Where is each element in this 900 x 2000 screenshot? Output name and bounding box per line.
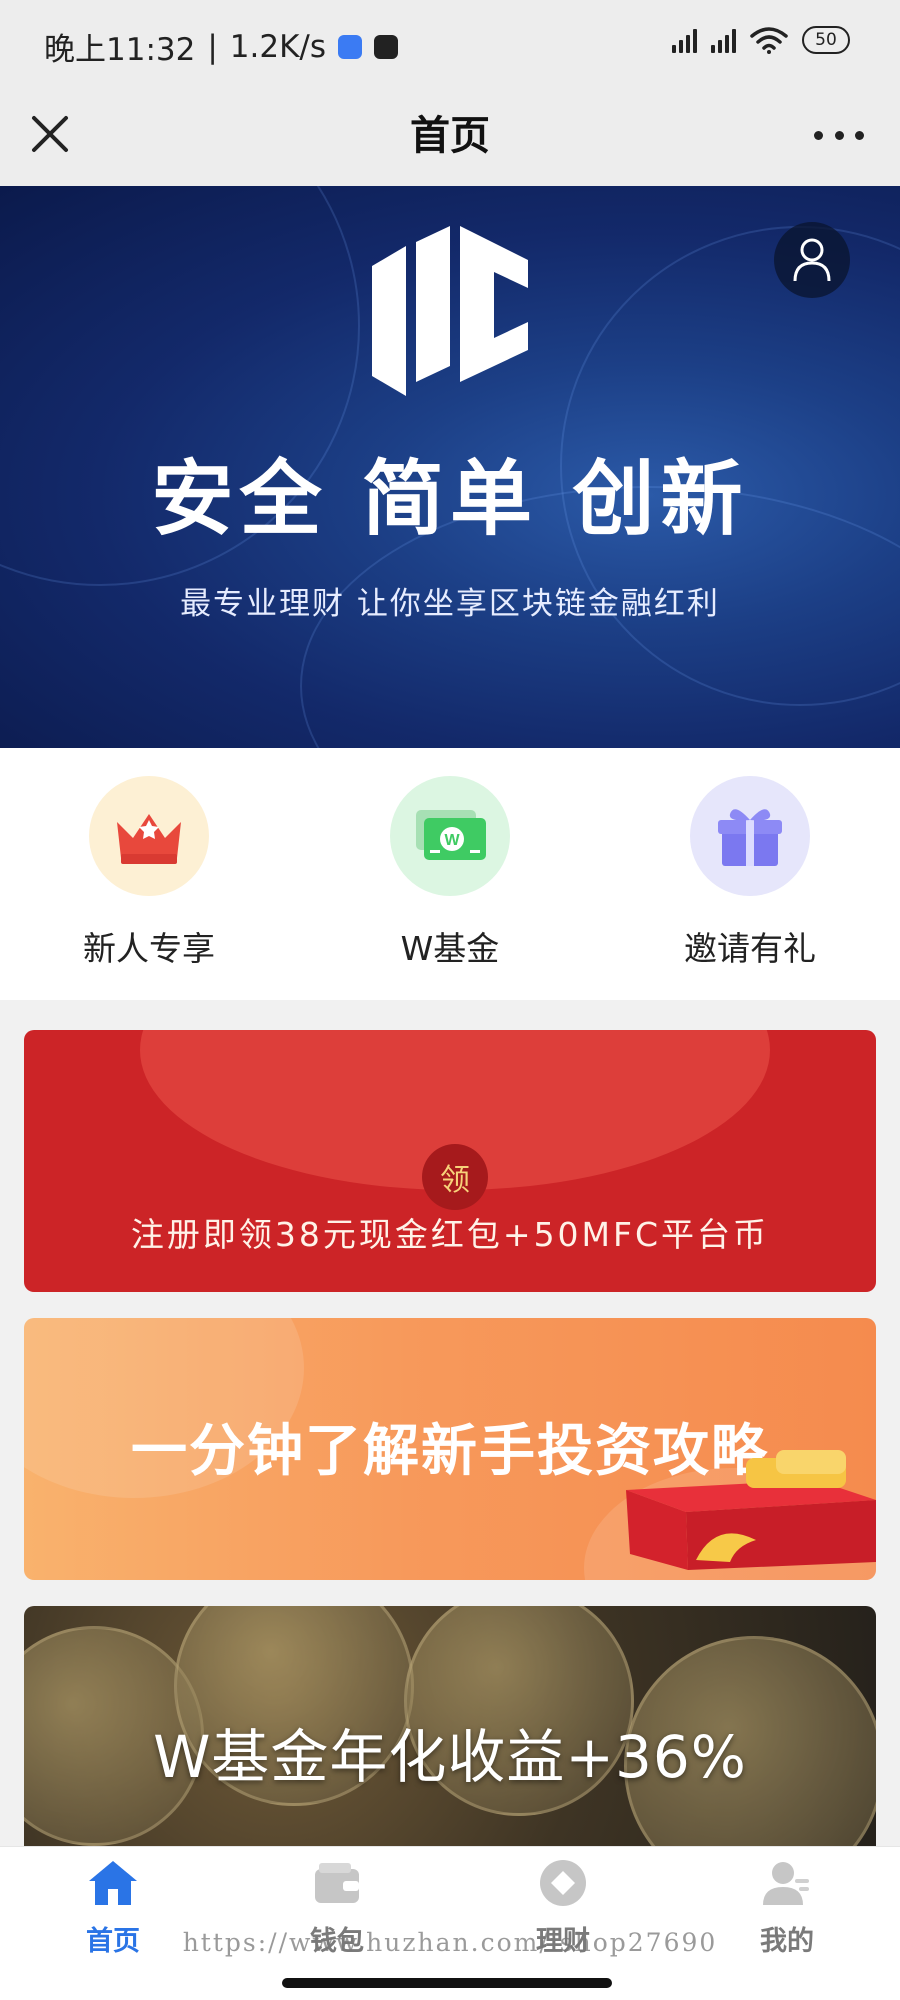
money-icon: W: [390, 776, 510, 896]
crown-icon: [89, 776, 209, 896]
quick-item-invite[interactable]: 邀请有礼: [635, 776, 865, 970]
quick-entries: 新人专享 W W基金 邀请有礼: [0, 748, 900, 1000]
wifi-icon: [750, 27, 788, 54]
hero-subtitle: 最专业理财 让你坐享区块链金融红利: [180, 586, 720, 622]
fund-card[interactable]: W基金年化收益+36%: [24, 1606, 876, 1846]
hero-slogan: 安全 简单 创新: [151, 452, 749, 547]
status-right: 50: [672, 26, 850, 54]
profile-icon: [763, 1862, 809, 1905]
home-area: [0, 1964, 900, 2000]
user-icon: [793, 238, 831, 282]
watermark: https://www.huzhan.com/ishop27690: [182, 1928, 718, 1957]
wallet-icon: [315, 1863, 359, 1903]
gift-icon: [690, 776, 810, 896]
status-left: 晚上11:32 | 1.2K/s: [44, 24, 399, 69]
page-title: 首页: [410, 113, 490, 159]
redpacket-text: 注册即领38元现金红包+50MFC平台币: [130, 1215, 770, 1254]
status-bar: 晚上11:32 | 1.2K/s 50: [0, 0, 900, 86]
svg-text:W: W: [444, 832, 460, 849]
signal-icon-2: [711, 27, 736, 53]
finance-icon: [540, 1860, 586, 1906]
redpacket-card[interactable]: 领 注册即领38元现金红包+50MFC平台币: [24, 1030, 876, 1292]
network-speed: 1.2K/s: [229, 28, 327, 65]
notification-app-icon: [338, 34, 363, 59]
signal-icon: [672, 27, 697, 53]
battery-icon: 50: [802, 26, 850, 54]
quick-label: 新人专享: [83, 929, 215, 968]
status-time: 晚上11:32: [44, 32, 196, 68]
quick-label: W基金: [400, 929, 500, 968]
notification-music-icon: [374, 34, 399, 59]
fund-text: W基金年化收益+36%: [153, 1723, 747, 1791]
logo-mark-icon: [372, 226, 528, 396]
quick-label: 邀请有礼: [684, 929, 816, 968]
home-icon: [89, 1861, 137, 1905]
status-separator: |: [207, 28, 218, 65]
nav-bar: 首页: [0, 86, 900, 186]
guide-card[interactable]: 一分钟了解新手投资攻略: [24, 1318, 876, 1580]
more-icon[interactable]: [814, 120, 864, 150]
quick-item-wfund[interactable]: W W基金: [335, 776, 565, 970]
user-button[interactable]: [774, 222, 850, 298]
home-indicator[interactable]: [282, 1978, 612, 1988]
hero-banner[interactable]: 安全 简单 创新 最专业理财 让你坐享区块链金融红利: [0, 186, 900, 748]
quick-item-newcomer[interactable]: 新人专享: [34, 776, 264, 970]
gift-box-icon: [626, 1450, 876, 1570]
claim-badge: 领: [422, 1144, 488, 1210]
